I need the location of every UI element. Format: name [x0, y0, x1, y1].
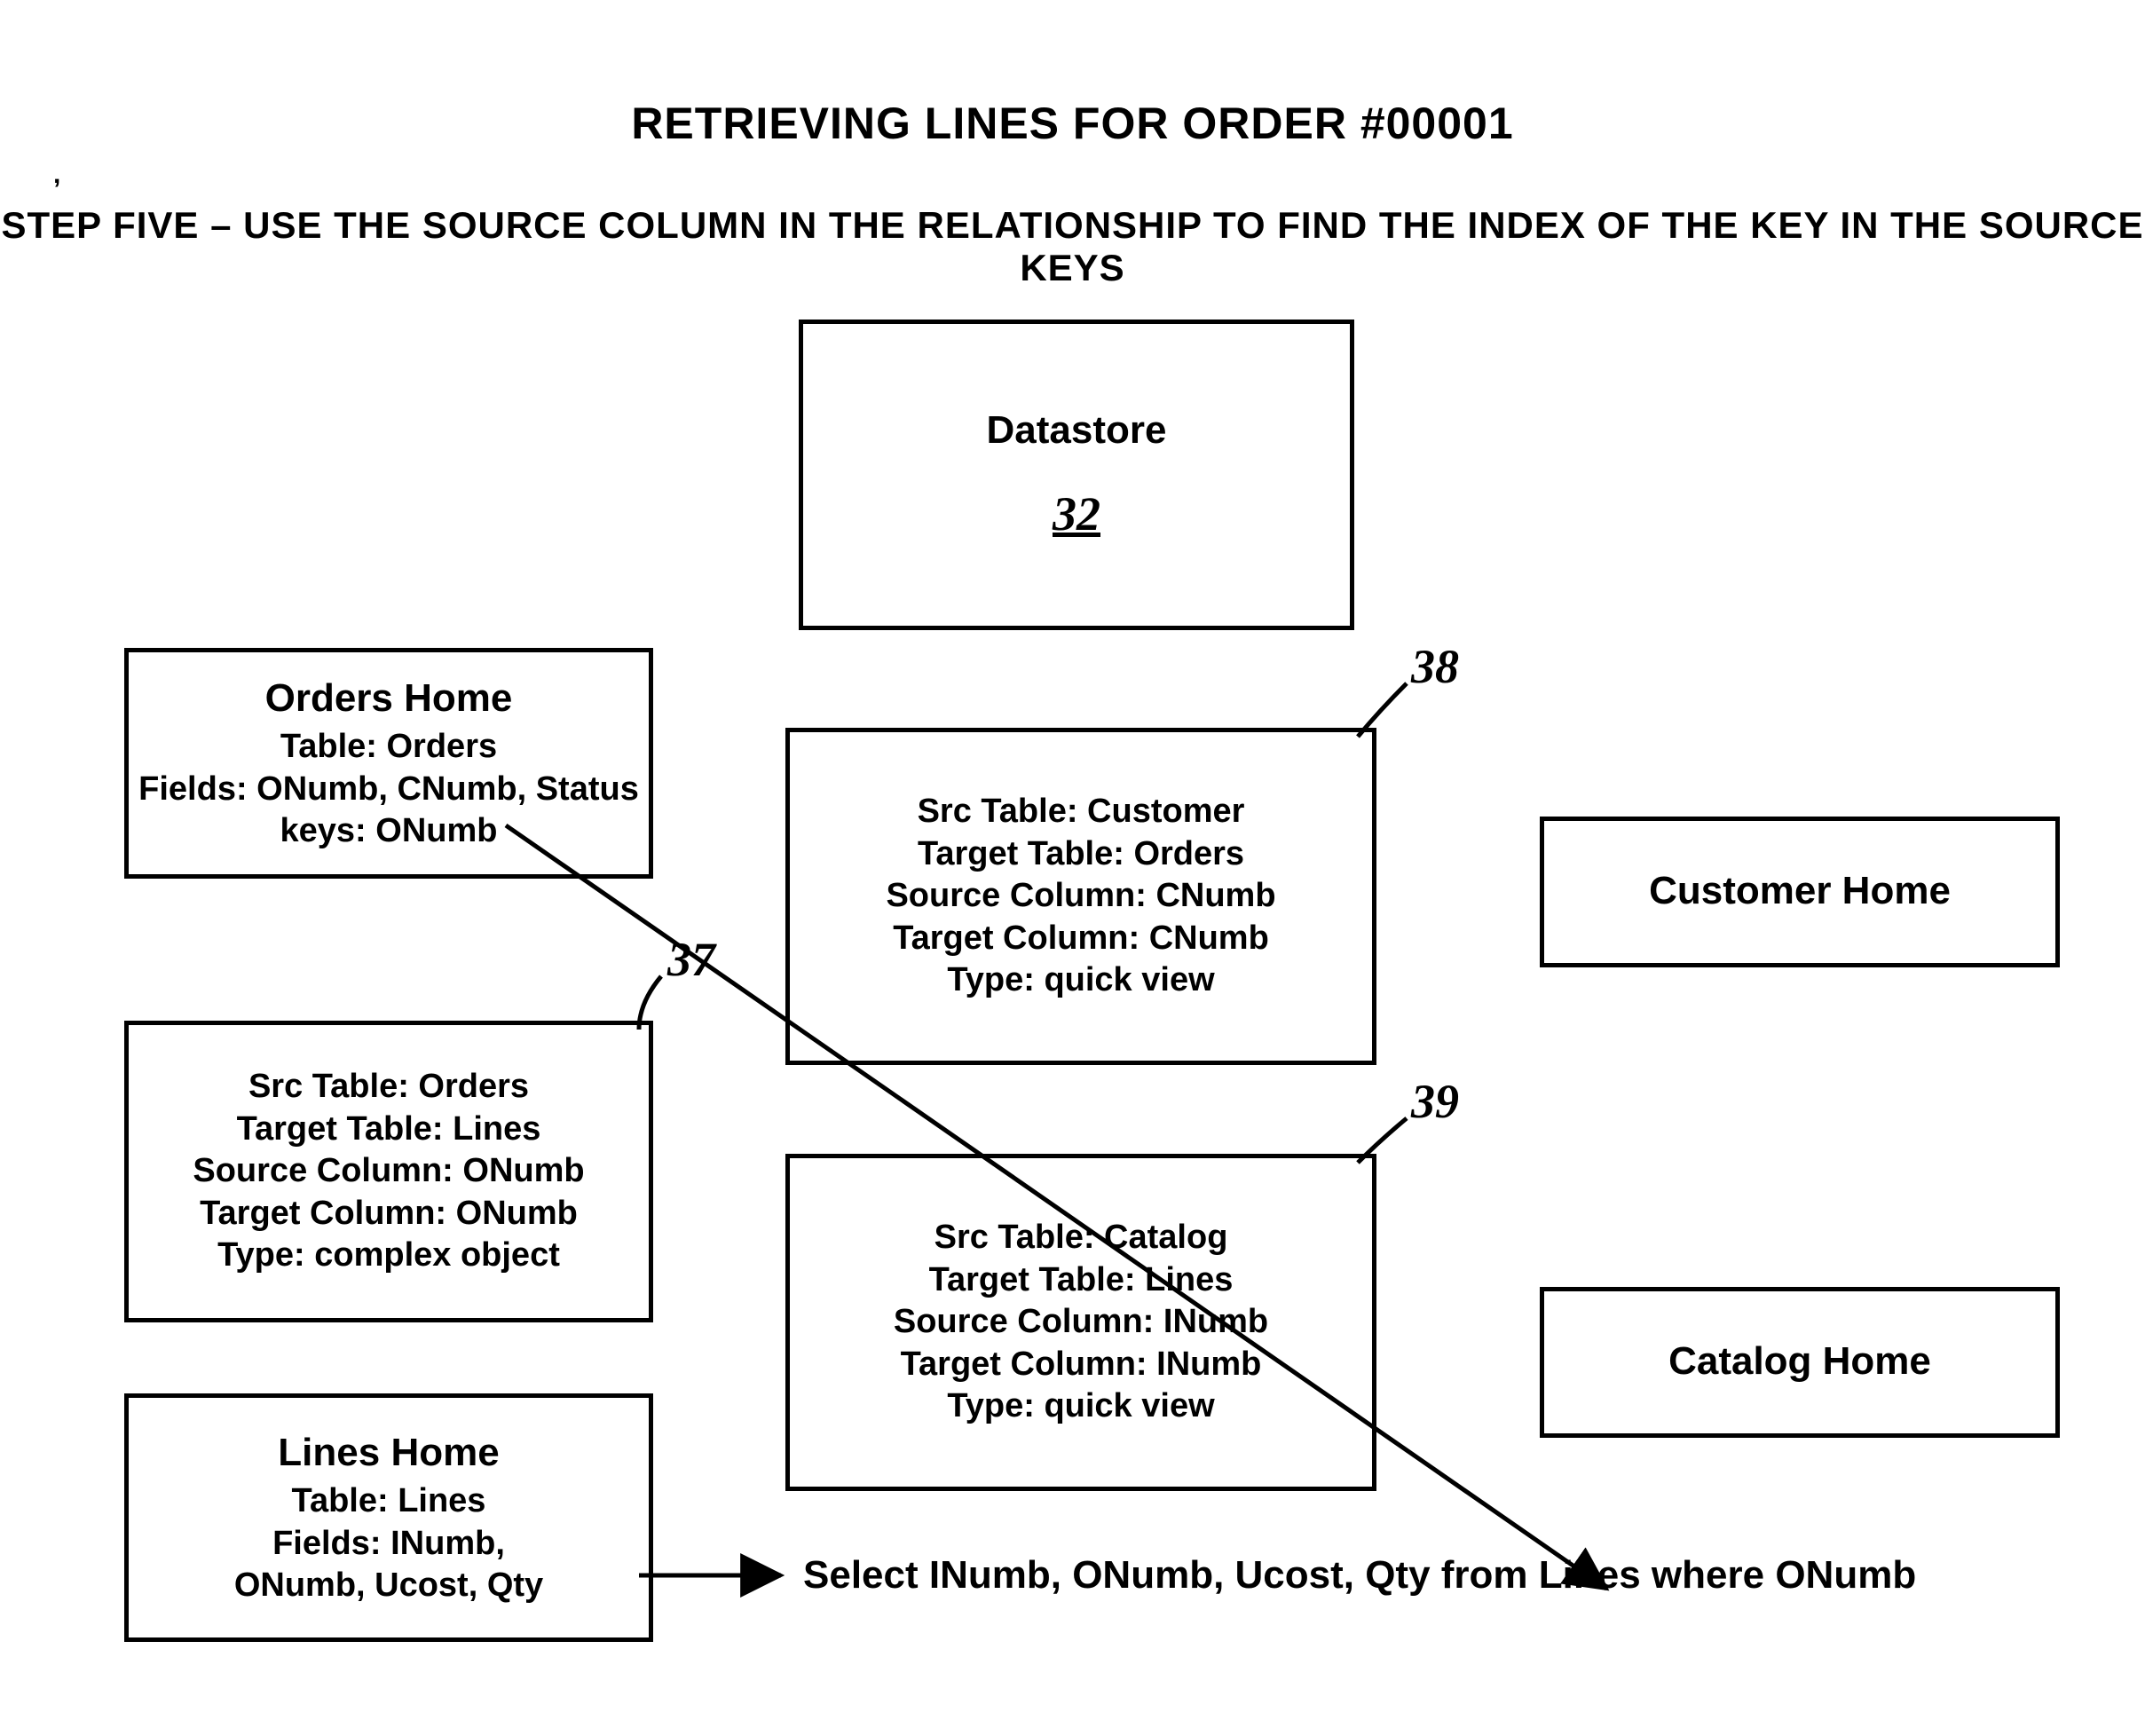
lines-home-box: Lines Home Table: Lines Fields: INumb, O… [124, 1393, 653, 1642]
datastore-box: Datastore 32 [799, 320, 1354, 630]
rel39-target: Target Table: Lines [929, 1259, 1234, 1302]
stray-mark: , [53, 160, 60, 190]
catalog-home-box: Catalog Home [1540, 1287, 2060, 1438]
lines-home-fields2: ONumb, Ucost, Qty [234, 1565, 543, 1607]
orders-home-box: Orders Home Table: Orders Fields: ONumb,… [124, 648, 653, 879]
rel37-src: Src Table: Orders [248, 1066, 529, 1109]
relationship-39-box: Src Table: Catalog Target Table: Lines S… [785, 1154, 1376, 1491]
step-title: STEP FIVE – USE THE SOURCE COLUMN IN THE… [0, 204, 2145, 289]
rel38-type: Type: quick view [947, 959, 1214, 1002]
relationship-38-box: Src Table: Customer Target Table: Orders… [785, 728, 1376, 1065]
sql-statement: Select INumb, ONumb, Ucost, Qty from Lin… [803, 1553, 1916, 1598]
lines-home-table: Table: Lines [292, 1480, 486, 1523]
datastore-label: Datastore [987, 406, 1167, 454]
rel38-tgtcol: Target Column: CNumb [893, 918, 1269, 960]
catalog-home-heading: Catalog Home [1668, 1337, 1931, 1385]
lines-home-fields1: Fields: INumb, [272, 1523, 505, 1566]
rel39-type: Type: quick view [947, 1385, 1214, 1428]
orders-home-keys: keys: ONumb [280, 810, 498, 853]
main-title: RETRIEVING LINES FOR ORDER #00001 [0, 98, 2145, 149]
orders-home-fields: Fields: ONumb, CNumb, Status [138, 769, 639, 811]
ref-38: 38 [1411, 639, 1459, 694]
orders-home-table: Table: Orders [280, 726, 497, 769]
ref-39: 39 [1411, 1074, 1459, 1129]
rel37-srccol: Source Column: ONumb [193, 1150, 584, 1193]
customer-home-heading: Customer Home [1649, 866, 1951, 915]
diagram-page: RETRIEVING LINES FOR ORDER #00001 STEP F… [0, 0, 2145, 1736]
rel37-tgtcol: Target Column: ONumb [200, 1193, 578, 1235]
rel37-type: Type: complex object [217, 1235, 560, 1277]
orders-home-heading: Orders Home [265, 674, 513, 722]
ref-37: 37 [667, 932, 715, 987]
rel38-target: Target Table: Orders [918, 833, 1244, 876]
relationship-37-box: Src Table: Orders Target Table: Lines So… [124, 1021, 653, 1322]
lines-home-heading: Lines Home [278, 1428, 499, 1477]
rel39-tgtcol: Target Column: INumb [901, 1344, 1262, 1386]
rel37-target: Target Table: Lines [237, 1109, 541, 1151]
rel39-src: Src Table: Catalog [934, 1217, 1228, 1259]
rel38-src: Src Table: Customer [918, 791, 1245, 833]
rel38-srccol: Source Column: CNumb [886, 875, 1275, 918]
rel39-srccol: Source Column: INumb [894, 1301, 1268, 1344]
datastore-ref: 32 [1053, 485, 1100, 545]
customer-home-box: Customer Home [1540, 817, 2060, 967]
